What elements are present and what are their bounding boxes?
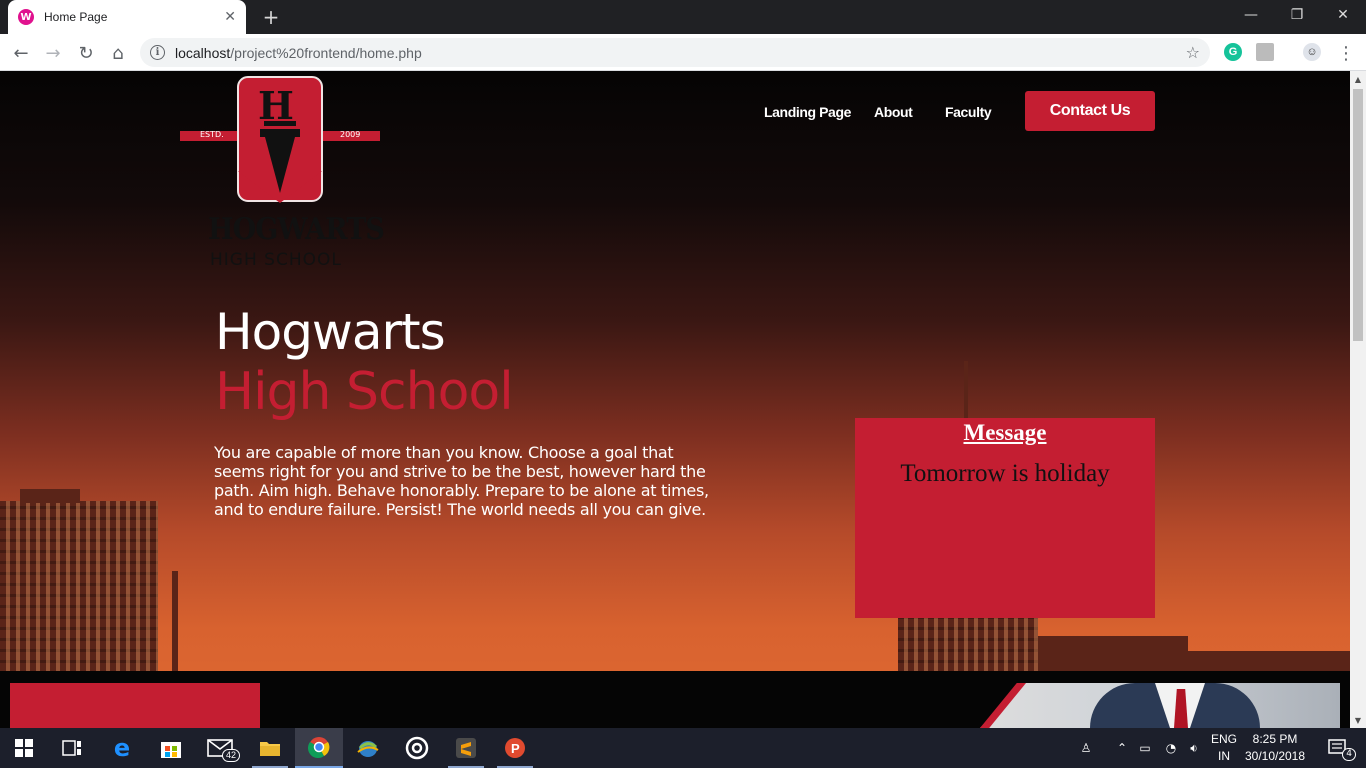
scroll-down-arrow-icon[interactable]: ▼ <box>1350 712 1366 728</box>
favicon-icon: W <box>18 9 34 25</box>
page-viewport: H ESTD. 2009 HOGWARTS HIGH SCHOOL Landin… <box>0 71 1350 728</box>
psiphon-icon[interactable]: P <box>491 728 539 768</box>
city-building <box>1038 636 1188 671</box>
city-building <box>20 489 80 503</box>
chrome-icon[interactable] <box>295 728 343 768</box>
nav-link-faculty[interactable]: Faculty <box>945 104 992 120</box>
new-tab-button[interactable]: + <box>258 4 284 30</box>
wifi-icon[interactable]: ◔ <box>1160 728 1182 768</box>
task-view-icon[interactable] <box>48 728 96 768</box>
clock-time: 8:25 PM <box>1252 732 1298 746</box>
obs-recorder-icon[interactable] <box>393 728 441 768</box>
city-building <box>0 501 158 671</box>
next-section-band <box>0 671 1350 728</box>
menu-kebab-icon[interactable]: ⋮ <box>1333 40 1359 66</box>
minimize-button[interactable]: — <box>1228 0 1274 30</box>
sublime-text-icon[interactable] <box>442 728 490 768</box>
tab-title: Home Page <box>44 10 108 24</box>
page-scrollbar[interactable]: ▲ ▼ <box>1350 71 1366 728</box>
city-building <box>1188 651 1350 671</box>
forward-icon[interactable]: → <box>40 40 66 66</box>
red-feature-block <box>10 683 260 728</box>
language-code: ENG <box>1210 732 1237 746</box>
windows-taskbar: e 42 P ♙ ⌃ ▭ ◔ 🔉︎ ENG IN 8:25 PM 30/10/2… <box>0 728 1366 768</box>
battery-icon[interactable]: ▭ <box>1134 728 1156 768</box>
system-clock[interactable]: 8:25 PM 30/10/2018 <box>1240 731 1310 765</box>
message-title: Message <box>963 420 1047 445</box>
profile-avatar-icon[interactable]: ☺ <box>1303 43 1321 61</box>
message-panel: Message Tomorrow is holiday <box>855 418 1155 618</box>
store-icon[interactable] <box>147 728 195 768</box>
mail-icon[interactable]: 42 <box>196 728 244 768</box>
message-body: Tomorrow is holiday <box>900 460 1110 487</box>
hero-title-line2: High School <box>215 362 514 422</box>
back-icon[interactable]: ← <box>8 40 34 66</box>
logo-letter: H <box>258 83 294 128</box>
browser-tab[interactable]: W Home Page ✕ <box>8 0 246 34</box>
file-explorer-icon[interactable] <box>246 728 294 768</box>
volume-icon[interactable]: 🔉︎ <box>1182 728 1206 768</box>
show-hidden-icons-chevron-icon[interactable]: ⌃ <box>1112 728 1132 768</box>
people-icon[interactable]: ♙ <box>1072 728 1100 768</box>
address-bar[interactable]: i localhost/project%20frontend/home.php … <box>140 38 1210 67</box>
nav-link-about[interactable]: About <box>874 104 913 120</box>
city-spire <box>172 571 178 671</box>
logo-caption-line1: HOGWARTS <box>208 212 385 247</box>
start-windows-icon[interactable] <box>0 728 48 768</box>
mail-unread-badge: 42 <box>221 749 240 762</box>
notification-count-badge: 4 <box>1342 748 1356 761</box>
edge-browser-icon[interactable]: e <box>98 728 146 768</box>
browser-tab-strip: W Home Page ✕ + — ❐ ✕ <box>0 0 1366 34</box>
logo-ribbon-left: ESTD. <box>200 130 224 139</box>
action-center-icon[interactable]: 4 <box>1318 728 1358 768</box>
home-icon[interactable]: ⌂ <box>105 40 131 66</box>
site-info-icon[interactable]: i <box>150 45 165 60</box>
city-antenna <box>964 361 968 421</box>
scroll-up-arrow-icon[interactable]: ▲ <box>1350 71 1366 87</box>
nav-link-landing-page[interactable]: Landing Page <box>764 104 851 120</box>
hero-title-line1: Hogwarts <box>215 303 446 361</box>
url-host: localhost <box>175 44 231 61</box>
scrollbar-thumb[interactable] <box>1353 89 1363 341</box>
input-language[interactable]: ENG IN <box>1208 731 1240 765</box>
pdf-extension-icon[interactable] <box>1256 43 1274 61</box>
restore-button[interactable]: ❐ <box>1274 0 1320 30</box>
close-window-button[interactable]: ✕ <box>1320 0 1366 30</box>
bookmark-star-icon[interactable]: ☆ <box>1186 43 1200 62</box>
clock-date: 30/10/2018 <box>1244 749 1306 763</box>
close-tab-icon[interactable]: ✕ <box>224 9 236 25</box>
contact-us-button[interactable]: Contact Us <box>1025 91 1155 131</box>
globe-app-icon[interactable] <box>344 728 392 768</box>
region-code: IN <box>1218 749 1230 763</box>
svg-text:P: P <box>511 741 520 756</box>
logo-ribbon-right: 2009 <box>340 130 361 139</box>
url-text[interactable]: localhost/project%20frontend/home.php <box>175 45 422 61</box>
browser-toolbar: ← → ↻ ⌂ i localhost/project%20frontend/h… <box>0 34 1366 71</box>
reload-icon[interactable]: ↻ <box>73 40 99 66</box>
grammarly-extension-icon[interactable]: G <box>1224 43 1242 61</box>
hero-paragraph: You are capable of more than you know. C… <box>214 443 709 519</box>
city-building <box>898 616 1038 671</box>
url-path: /project%20frontend/home.php <box>230 44 422 61</box>
logo-caption-line2: HIGH SCHOOL <box>210 250 342 270</box>
